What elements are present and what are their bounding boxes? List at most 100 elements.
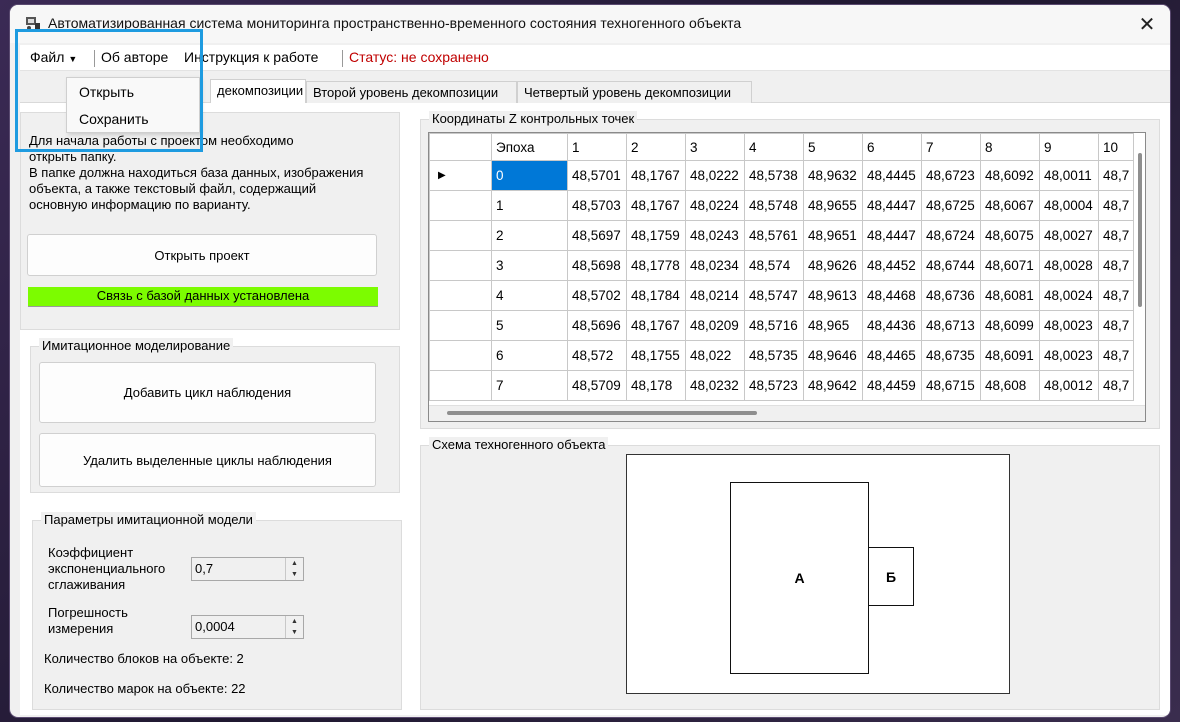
- table-cell[interactable]: 48,6092: [980, 160, 1040, 191]
- table-cell[interactable]: 48,4468: [862, 280, 922, 311]
- table-cell[interactable]: 48,0214: [685, 280, 745, 311]
- table-cell[interactable]: 48,6091: [980, 340, 1040, 371]
- column-header[interactable]: 5: [803, 133, 863, 161]
- open-project-button[interactable]: Открыть проект: [27, 234, 377, 276]
- title-bar[interactable]: Автоматизированная система мониторинга п…: [10, 5, 1170, 43]
- table-cell[interactable]: 48,0028: [1039, 250, 1099, 281]
- table-cell[interactable]: 48,9646: [803, 340, 863, 371]
- stepper-up-icon[interactable]: ▲: [286, 616, 303, 627]
- table-row[interactable]: 6 48,572 48,1755 48,022 48,5735 48,9646 48,446…: [429, 340, 1135, 371]
- column-header[interactable]: 1: [567, 133, 627, 161]
- table-cell[interactable]: 48,5761: [744, 220, 804, 251]
- table-cell[interactable]: 48,6723: [921, 160, 981, 191]
- table-row[interactable]: 2 48,5697 48,1759 48,0243 48,5761 48,9651 48,4…: [429, 220, 1135, 251]
- column-header[interactable]: 7: [921, 133, 981, 161]
- tab-first-level[interactable]: декомпозиции: [210, 79, 306, 104]
- table-cell[interactable]: 48,0222: [685, 160, 745, 191]
- table-cell[interactable]: 48,0023: [1039, 310, 1099, 341]
- table-cell[interactable]: 48,0224: [685, 190, 745, 221]
- table-cell[interactable]: 48,7: [1097, 250, 1135, 281]
- tab-fourth-level[interactable]: Четвертый уровень декомпозиции: [517, 81, 752, 103]
- table-cell[interactable]: 48,5716: [744, 310, 804, 341]
- epoch-cell[interactable]: 1: [491, 190, 568, 221]
- row-header[interactable]: [429, 220, 492, 251]
- table-row[interactable]: 4 48,5702 48,1784 48,0214 48,5747 48,9613 48,4…: [429, 280, 1135, 311]
- epoch-cell[interactable]: 6: [491, 340, 568, 371]
- table-cell[interactable]: 48,9642: [803, 370, 863, 401]
- table-cell[interactable]: 48,5701: [567, 160, 627, 191]
- table-cell[interactable]: 48,6715: [921, 370, 981, 401]
- table-cell[interactable]: 48,6071: [980, 250, 1040, 281]
- add-cycle-button[interactable]: Добавить цикл наблюдения: [39, 362, 376, 423]
- table-cell[interactable]: 48,7: [1097, 220, 1135, 251]
- table-cell[interactable]: 48,0243: [685, 220, 745, 251]
- table-cell[interactable]: 48,9626: [803, 250, 863, 281]
- vertical-scrollbar[interactable]: [1138, 153, 1142, 307]
- delete-cycles-button[interactable]: Удалить выделенные циклы наблюдения: [39, 433, 376, 487]
- table-cell[interactable]: 48,4447: [862, 220, 922, 251]
- column-header[interactable]: 10: [1097, 133, 1135, 161]
- table-cell[interactable]: 48,4436: [862, 310, 922, 341]
- table-cell[interactable]: 48,5709: [567, 370, 627, 401]
- table-cell[interactable]: 48,1784: [626, 280, 686, 311]
- table-cell[interactable]: 48,0027: [1039, 220, 1099, 251]
- epoch-cell[interactable]: 3: [491, 250, 568, 281]
- table-cell[interactable]: 48,9655: [803, 190, 863, 221]
- epoch-cell[interactable]: 4: [491, 280, 568, 311]
- menu-file[interactable]: Файл ▼: [30, 49, 77, 65]
- table-cell[interactable]: 48,5702: [567, 280, 627, 311]
- table-row[interactable]: 5 48,5696 48,1767 48,0209 48,5716 48,965 48,44…: [429, 310, 1135, 341]
- table-cell[interactable]: 48,1767: [626, 310, 686, 341]
- table-cell[interactable]: 48,572: [567, 340, 627, 371]
- table-cell[interactable]: 48,4459: [862, 370, 922, 401]
- table-cell[interactable]: 48,6099: [980, 310, 1040, 341]
- table-cell[interactable]: 48,6725: [921, 190, 981, 221]
- table-cell[interactable]: 48,6081: [980, 280, 1040, 311]
- table-cell[interactable]: 48,022: [685, 340, 745, 371]
- table-cell[interactable]: 48,0024: [1039, 280, 1099, 311]
- horizontal-scrollbar[interactable]: [429, 405, 1145, 421]
- row-header[interactable]: [429, 190, 492, 221]
- table-cell[interactable]: 48,5703: [567, 190, 627, 221]
- table-cell[interactable]: 48,0011: [1039, 160, 1099, 191]
- column-header[interactable]: Эпоха: [491, 133, 568, 161]
- table-cell[interactable]: 48,6067: [980, 190, 1040, 221]
- smoothing-stepper[interactable]: 0,7 ▲ ▼: [191, 557, 304, 581]
- table-cell[interactable]: 48,4447: [862, 190, 922, 221]
- table-cell[interactable]: 48,1759: [626, 220, 686, 251]
- epoch-cell[interactable]: 7: [491, 370, 568, 401]
- table-cell[interactable]: 48,0209: [685, 310, 745, 341]
- table-cell[interactable]: 48,6075: [980, 220, 1040, 251]
- table-cell[interactable]: 48,6724: [921, 220, 981, 251]
- table-cell[interactable]: 48,5696: [567, 310, 627, 341]
- table-cell[interactable]: 48,7: [1097, 160, 1135, 191]
- column-header[interactable]: 2: [626, 133, 686, 161]
- coordinates-grid[interactable]: Эпоха 1 2 3 4 5 6 7 8 9 10 ▶ 0 48,5701 4…: [428, 132, 1146, 422]
- table-cell[interactable]: 48,574: [744, 250, 804, 281]
- table-cell[interactable]: 48,6736: [921, 280, 981, 311]
- table-cell[interactable]: 48,7: [1097, 340, 1135, 371]
- table-cell[interactable]: 48,7: [1097, 280, 1135, 311]
- table-cell[interactable]: 48,0023: [1039, 340, 1099, 371]
- table-cell[interactable]: 48,965: [803, 310, 863, 341]
- row-header[interactable]: [429, 250, 492, 281]
- table-cell[interactable]: 48,0232: [685, 370, 745, 401]
- menu-item-save[interactable]: Сохранить: [79, 111, 149, 127]
- horizontal-scroll-thumb[interactable]: [447, 411, 757, 415]
- column-header[interactable]: 6: [862, 133, 922, 161]
- row-header[interactable]: [429, 280, 492, 311]
- row-header[interactable]: [429, 370, 492, 401]
- table-cell[interactable]: 48,5735: [744, 340, 804, 371]
- close-icon[interactable]: ✕: [1124, 5, 1170, 43]
- column-header[interactable]: 9: [1039, 133, 1099, 161]
- epoch-cell[interactable]: 2: [491, 220, 568, 251]
- column-header[interactable]: 4: [744, 133, 804, 161]
- menu-about[interactable]: Об авторе: [101, 49, 168, 65]
- table-row[interactable]: 1 48,5703 48,1767 48,0224 48,5748 48,9655 48,4…: [429, 190, 1135, 221]
- table-cell[interactable]: 48,0234: [685, 250, 745, 281]
- epoch-cell[interactable]: 0: [491, 160, 568, 191]
- error-stepper[interactable]: 0,0004 ▲ ▼: [191, 615, 304, 639]
- menu-instructions[interactable]: Инструкция к работе: [184, 49, 318, 65]
- table-row[interactable]: 3 48,5698 48,1778 48,0234 48,574 48,9626 48,44…: [429, 250, 1135, 281]
- table-cell[interactable]: 48,1767: [626, 190, 686, 221]
